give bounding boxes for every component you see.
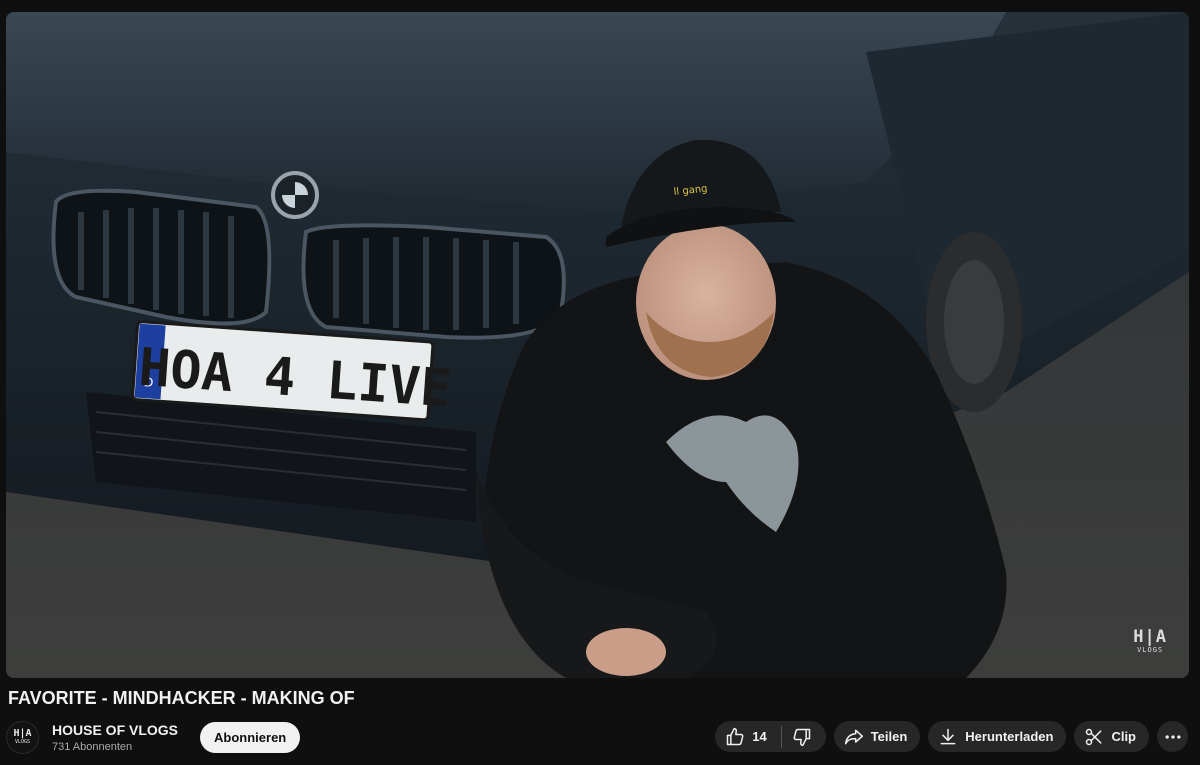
clip-label: Clip xyxy=(1111,729,1136,744)
dislike-button[interactable] xyxy=(782,721,826,752)
video-owner: H|A VLOGS HOUSE OF VLOGS 731 Abonnenten … xyxy=(6,717,301,757)
more-actions-button[interactable] xyxy=(1157,721,1188,752)
like-dislike-group: 14 xyxy=(715,721,826,752)
channel-avatar[interactable]: H|A VLOGS xyxy=(6,720,39,754)
thumbs-up-icon xyxy=(725,727,745,747)
avatar-main-text: H|A xyxy=(13,728,32,739)
share-label: Teilen xyxy=(870,729,908,744)
channel-watermark: H|A VLOGS xyxy=(1133,629,1167,654)
action-bar: 14 Teilen Herunterladen Clip xyxy=(715,721,1188,752)
download-icon xyxy=(938,727,958,747)
share-button[interactable]: Teilen xyxy=(833,721,921,752)
scissors-icon xyxy=(1084,727,1104,747)
avatar-sub-text: VLOGS xyxy=(14,739,31,745)
download-button[interactable]: Herunterladen xyxy=(928,721,1067,752)
channel-info: HOUSE OF VLOGS 731 Abonnenten xyxy=(52,722,178,753)
watermark-sub: VLOGS xyxy=(1137,646,1164,654)
video-frame: D HOA 4 LIVE ll gang xyxy=(6,12,1189,678)
channel-name[interactable]: HOUSE OF VLOGS xyxy=(52,722,178,738)
like-button[interactable]: 14 xyxy=(715,721,780,752)
like-count: 14 xyxy=(752,729,767,744)
more-horizontal-icon xyxy=(1163,727,1183,747)
thumbs-down-icon xyxy=(792,727,812,747)
subscribe-button[interactable]: Abonnieren xyxy=(200,721,301,753)
video-player[interactable]: D HOA 4 LIVE ll gang H|A VLOGS xyxy=(6,12,1189,678)
video-title: FAVORITE - MINDHACKER - MAKING OF xyxy=(8,688,355,708)
watermark-main: H|A xyxy=(1133,627,1167,647)
clip-button[interactable]: Clip xyxy=(1074,721,1149,752)
share-arrow-icon xyxy=(844,727,864,747)
download-label: Herunterladen xyxy=(965,729,1054,744)
subscriber-count: 731 Abonnenten xyxy=(52,740,133,753)
